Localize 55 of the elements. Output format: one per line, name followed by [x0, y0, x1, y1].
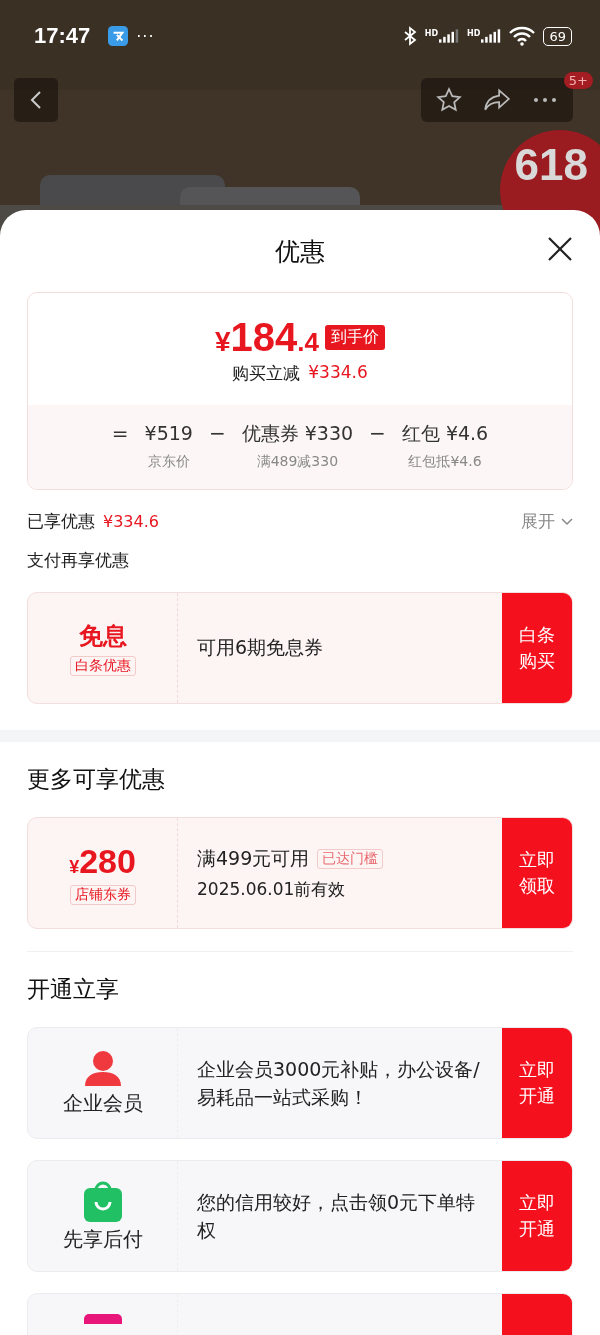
status-tag: 已达门槛: [317, 848, 384, 869]
term-note: 满489减330: [256, 453, 339, 471]
coupon-tag: 白条优惠: [69, 656, 136, 676]
back-button[interactable]: [14, 78, 58, 122]
saving-amount: ¥334.6: [308, 362, 368, 384]
section-heading: 更多可享优惠: [27, 765, 166, 794]
sheet-title: 优惠: [275, 235, 325, 268]
chevron-icon: [561, 517, 573, 526]
share-icon: [483, 88, 511, 112]
hd-label: HD: [424, 29, 439, 38]
coupon-action-button[interactable]: 白条 购买: [502, 593, 572, 703]
coupon-tag: 店铺东券: [69, 884, 136, 905]
final-price: ¥184.4: [215, 315, 319, 360]
operator-sign: −: [369, 420, 386, 447]
enjoyed-label: 已享优惠: [27, 510, 95, 533]
section-label: 支付再享优惠: [27, 549, 130, 572]
operator-sign: =: [111, 420, 129, 447]
expand-toggle[interactable]: 展开: [521, 510, 573, 533]
star-icon: [436, 87, 462, 113]
back-icon: [30, 90, 42, 110]
app-icon: [108, 26, 129, 46]
close-button[interactable]: [547, 236, 573, 262]
more-notifications: ···: [136, 26, 155, 46]
promo-label: 618: [514, 140, 589, 190]
coupon-condition: 满499元可用: [197, 845, 310, 871]
term-amount: 优惠券 ¥330: [241, 421, 354, 446]
service-description: 企业会员3000元补贴，办公设备/易耗品一站式采购！: [197, 1057, 481, 1110]
coupon-action-button[interactable]: 立即 领取: [502, 818, 572, 928]
service-description: 您的信用较好，点击领0元下单特权: [197, 1190, 477, 1243]
bluetooth-icon: [402, 26, 417, 46]
activate-button[interactable]: 立即 开通: [502, 1028, 572, 1138]
service-name: 企业会员: [62, 1089, 143, 1117]
activate-button[interactable]: 立即 开通: [502, 1161, 572, 1271]
term-amount: ¥519: [144, 421, 193, 446]
term-note: 红包抵¥4.6: [408, 453, 482, 471]
close-icon: [547, 236, 573, 262]
more-icon: [533, 97, 557, 103]
coupon-validity: 2025.06.01前有效: [197, 877, 347, 901]
price-tag: 到手价: [325, 325, 385, 350]
term-note: 京东价: [147, 453, 190, 471]
service-name: 先享后付: [62, 1225, 143, 1253]
signal-icon: [481, 29, 502, 43]
coupon-amount: ¥280: [69, 841, 136, 881]
coupon-description: 可用6期免息券: [197, 635, 325, 660]
signal-icon: [439, 29, 460, 43]
hd-label: HD: [467, 29, 481, 38]
wifi-icon: [509, 26, 536, 46]
section-heading: 开通立享: [27, 975, 120, 1004]
battery-indicator: 69: [543, 26, 572, 46]
saving-label: 购买立减: [232, 362, 301, 385]
coupon-title: 免息: [78, 621, 127, 652]
operator-sign: −: [208, 420, 226, 447]
status-time: 17:47: [34, 23, 91, 49]
term-amount: 红包 ¥4.6: [401, 421, 489, 446]
enjoyed-amount: ¥334.6: [103, 512, 159, 531]
